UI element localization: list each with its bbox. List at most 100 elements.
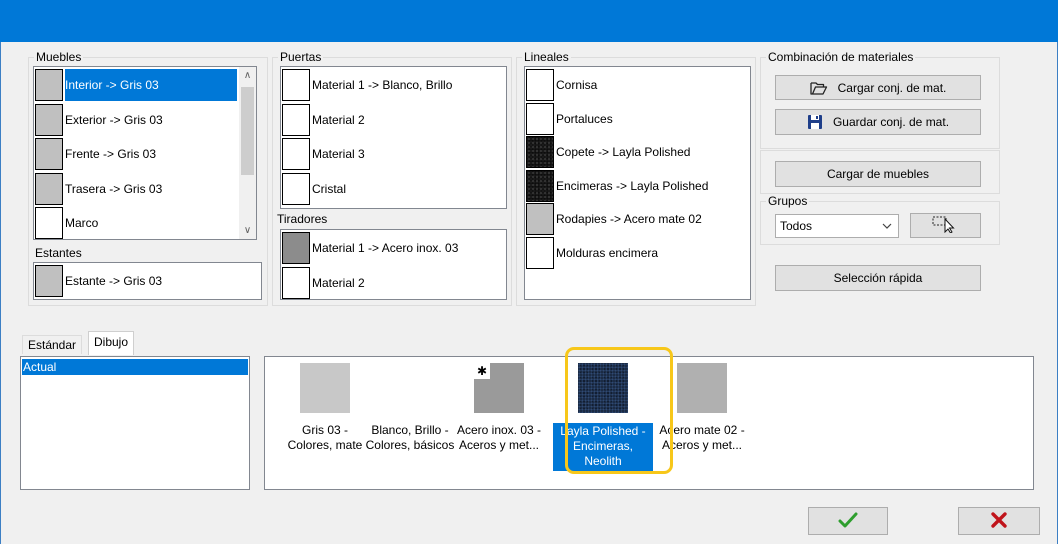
material-slot-label: Portaluces: [556, 111, 613, 126]
list-item[interactable]: Actual: [22, 359, 248, 375]
material-slot-muebles[interactable]: Frente -> Gris 03: [35, 137, 156, 171]
material-slot-tiradores[interactable]: Material 2: [282, 266, 365, 300]
material-caption: Blanco, Brillo - Colores, básicos: [360, 423, 460, 453]
title-bar: [0, 0, 1058, 42]
material-slot-label: Cornisa: [556, 78, 598, 92]
seleccion-rapida-button[interactable]: Selección rápida: [775, 265, 981, 291]
material-slot-estantes[interactable]: Estante -> Gris 03: [35, 264, 162, 298]
material-slot-label: Material 2: [312, 275, 365, 290]
guardar-conj-button[interactable]: Guardar conj. de mat.: [775, 109, 981, 135]
state-list[interactable]: Actual: [20, 356, 250, 490]
material-caption: Acero inox. 03 - Aceros y met...: [449, 423, 549, 453]
selection-highlight: [565, 347, 673, 474]
cancel-button[interactable]: [958, 507, 1040, 535]
combinacion-group-label: Combinación de materiales: [766, 50, 916, 64]
estantes-list[interactable]: Estante -> Gris 03: [33, 262, 262, 300]
muebles-scrollbar[interactable]: ∧ ∨: [239, 67, 256, 239]
scroll-thumb[interactable]: [241, 87, 254, 175]
tiradores-group-label: Tiradores: [275, 212, 330, 226]
tiradores-list[interactable]: Material 1 -> Acero inox. 03 Material 2: [280, 229, 507, 300]
material-swatch: [526, 69, 554, 101]
material-thumbnail[interactable]: Blanco, Brillo - Colores, básicos: [360, 363, 460, 453]
material-slot-label: Encimeras -> Layla Polished: [556, 178, 709, 193]
tab-dibujo[interactable]: Dibujo: [88, 331, 135, 355]
checkmark-icon: [838, 511, 858, 532]
grupos-select-value: Todos: [780, 219, 813, 233]
material-swatch: [282, 266, 310, 299]
material-slot-puertas[interactable]: Material 3: [282, 137, 365, 171]
material-slot-label: Rodapies -> Acero mate 02: [556, 212, 702, 226]
material-swatch: [526, 136, 554, 168]
material-swatch: [35, 69, 63, 101]
material-slot-lineales[interactable]: Cornisa: [526, 68, 597, 102]
puertas-list[interactable]: Material 1 -> Blanco, Brillo Material 2 Ma…: [280, 66, 507, 209]
tab-estandar-label: Estándar: [28, 338, 77, 352]
material-swatch: [35, 172, 63, 205]
material-slot-label: Interior -> Gris 03: [65, 69, 237, 101]
cargar-conj-button[interactable]: Cargar conj. de mat.: [775, 75, 981, 100]
material-swatch: [35, 207, 63, 239]
tab-dibujo-label: Dibujo: [94, 335, 129, 349]
material-slot-label: Trasera -> Gris 03: [65, 181, 163, 196]
material-slot-muebles[interactable]: Interior -> Gris 03: [35, 68, 237, 102]
lineales-list[interactable]: Cornisa Portaluces Copete -> Layla Polishe…: [524, 66, 751, 300]
material-slot-lineales[interactable]: Copete -> Layla Polished: [526, 135, 690, 169]
material-preview: [300, 363, 350, 413]
selection-cursor-icon: [932, 215, 960, 236]
grupos-select[interactable]: Todos: [775, 214, 899, 238]
material-swatch: [526, 169, 554, 202]
material-slot-label: Marco: [65, 216, 99, 230]
material-slot-tiradores[interactable]: Material 1 -> Acero inox. 03: [282, 231, 458, 265]
scroll-up-icon[interactable]: ∧: [239, 67, 256, 84]
combinacion-group: Combinación de materiales: [760, 50, 1000, 149]
material-slot-label: Material 3: [312, 147, 365, 161]
ok-button[interactable]: [808, 507, 888, 535]
material-caption-line: Acero inox. 03 -: [456, 423, 542, 437]
muebles-group-label: Muebles: [34, 50, 84, 64]
material-preview: [385, 363, 435, 413]
material-slot-lineales[interactable]: Molduras encimera: [526, 236, 658, 270]
material-slot-muebles[interactable]: Marco: [35, 206, 99, 239]
material-swatch: [282, 69, 310, 101]
material-slot-lineales[interactable]: Encimeras -> Layla Polished: [526, 169, 708, 203]
material-slot-puertas[interactable]: Material 2: [282, 103, 365, 137]
material-slot-muebles[interactable]: Exterior -> Gris 03: [35, 103, 163, 137]
material-swatch: [35, 103, 63, 136]
material-slot-puertas[interactable]: Material 1 -> Blanco, Brillo: [282, 68, 452, 102]
cargar-muebles-button[interactable]: Cargar de muebles: [775, 161, 981, 187]
material-swatch: [282, 172, 310, 205]
material-slot-label: Molduras encimera: [556, 245, 659, 260]
material-swatch: [282, 232, 310, 264]
estantes-group-label: Estantes: [33, 246, 84, 260]
material-slot-lineales[interactable]: Rodapies -> Acero mate 02: [526, 202, 702, 236]
window-border: [0, 42, 1, 544]
cargar-muebles-label: Cargar de muebles: [826, 167, 930, 181]
material-thumbnail[interactable]: ✱ Acero inox. 03 - Aceros y met...: [449, 363, 549, 453]
grupos-group-label: Grupos: [766, 194, 810, 208]
material-slot-label: Copete -> Layla Polished: [556, 145, 691, 159]
material-slot-label: Cristal: [312, 181, 347, 196]
tab-estandar[interactable]: Estándar: [22, 335, 83, 354]
select-pointer-button[interactable]: [910, 213, 981, 238]
scroll-down-icon[interactable]: ∨: [239, 222, 256, 239]
folder-open-icon: [809, 81, 828, 95]
lineales-group-label: Lineales: [522, 50, 571, 64]
material-slot-puertas[interactable]: Cristal: [282, 172, 346, 206]
material-slot-label: Material 1 -> Blanco, Brillo: [312, 78, 453, 92]
material-caption-line: Aceros y met...: [458, 438, 540, 452]
material-slot-lineales[interactable]: Portaluces: [526, 102, 613, 136]
material-swatch: [282, 103, 310, 136]
muebles-list[interactable]: ∧ ∨ Interior -> Gris 03 Exterior -> Gris …: [33, 66, 257, 240]
material-swatch: [526, 236, 554, 269]
material-slot-label: Material 1 -> Acero inox. 03: [312, 241, 459, 255]
chevron-down-icon: [882, 220, 892, 234]
material-swatch: [526, 203, 554, 235]
material-slot-muebles[interactable]: Trasera -> Gris 03: [35, 172, 162, 206]
material-slot-label: Material 2: [312, 112, 365, 127]
material-caption-line: Blanco, Brillo -: [371, 423, 449, 437]
material-slot-label: Frente -> Gris 03: [65, 147, 157, 161]
star-badge-icon: ✱: [474, 363, 490, 379]
material-caption-line: Colores, básicos: [365, 438, 455, 452]
cargar-conj-label: Cargar conj. de mat.: [837, 80, 947, 95]
puertas-group-label: Puertas: [278, 50, 324, 64]
